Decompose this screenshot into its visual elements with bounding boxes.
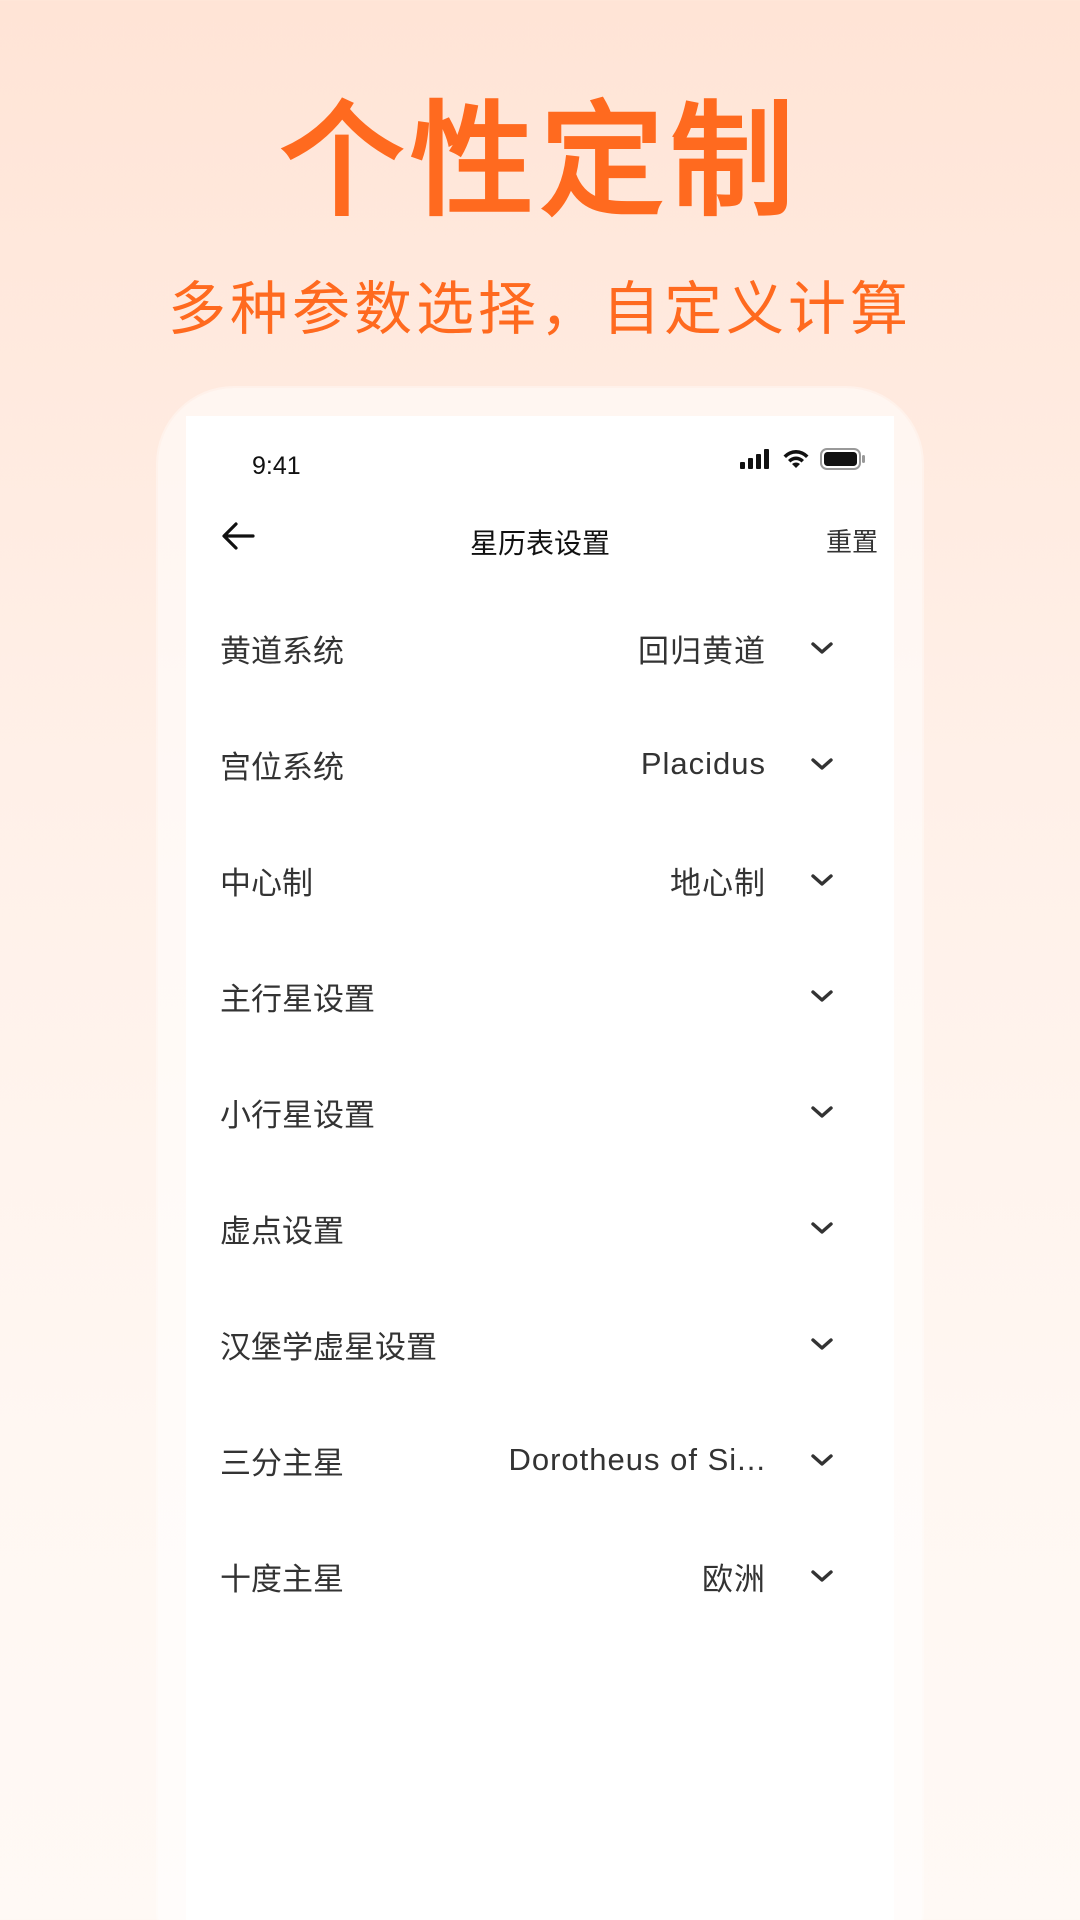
- setting-label: 中心制: [220, 865, 313, 902]
- signal-icon: [740, 449, 772, 469]
- page-title: 星历表设置: [469, 527, 610, 560]
- chevron-down-icon: [808, 750, 836, 778]
- chevron-down-icon: [808, 1446, 836, 1474]
- setting-value: Placidus: [640, 746, 766, 781]
- chevron-down-icon: [808, 1098, 836, 1126]
- setting-row-hamburg-points[interactable]: 汉堡学虚星设置: [186, 1286, 894, 1402]
- chevron-down-icon: [808, 1330, 836, 1358]
- chevron-down-icon: [808, 982, 836, 1010]
- setting-row-house-system[interactable]: 宫位系统 Placidus: [186, 706, 894, 822]
- setting-label: 汉堡学虚星设置: [220, 1329, 437, 1366]
- setting-label: 小行星设置: [220, 1097, 375, 1134]
- chevron-down-icon: [808, 866, 836, 894]
- setting-value: Dorotheus of Si...: [508, 1442, 766, 1477]
- setting-row-triplicity-rulers[interactable]: 三分主星 Dorotheus of Si...: [186, 1402, 894, 1518]
- setting-row-ecliptic-system[interactable]: 黄道系统 回归黄道: [186, 590, 894, 706]
- setting-label: 虚点设置: [220, 1213, 344, 1250]
- chevron-down-icon: [808, 1214, 836, 1242]
- setting-label: 主行星设置: [220, 981, 375, 1018]
- setting-row-asteroids[interactable]: 小行星设置: [186, 1054, 894, 1170]
- reset-button[interactable]: 重置: [826, 522, 878, 559]
- setting-row-main-planets[interactable]: 主行星设置: [186, 938, 894, 1054]
- promo-title: 个性定制: [279, 90, 800, 234]
- setting-label: 三分主星: [220, 1445, 344, 1482]
- setting-label: 宫位系统: [220, 749, 344, 786]
- settings-list: 黄道系统 回归黄道 宫位系统 Placidus 中心制 地心制 主行星设置 小行…: [186, 590, 894, 1634]
- status-icons: [740, 448, 866, 470]
- status-time: 9:41: [252, 452, 301, 480]
- setting-row-virtual-points[interactable]: 虚点设置: [186, 1170, 894, 1286]
- phone-screen: 9:41 星历表设置 重置 黄道系统 回归黄道 宫位系统 Placidus 中心…: [186, 416, 894, 1920]
- setting-value: 地心制: [670, 865, 766, 901]
- wifi-icon: [782, 449, 810, 469]
- setting-value: 欧洲: [702, 1561, 766, 1597]
- battery-icon: [820, 448, 866, 470]
- chevron-down-icon: [808, 634, 836, 662]
- chevron-down-icon: [808, 1562, 836, 1590]
- setting-row-center-system[interactable]: 中心制 地心制: [186, 822, 894, 938]
- setting-label: 十度主星: [220, 1561, 344, 1598]
- setting-label: 黄道系统: [220, 633, 344, 670]
- setting-value: 回归黄道: [638, 633, 766, 669]
- setting-row-decan-rulers[interactable]: 十度主星 欧洲: [186, 1518, 894, 1634]
- promo-subtitle: 多种参数选择，自定义计算: [167, 275, 912, 343]
